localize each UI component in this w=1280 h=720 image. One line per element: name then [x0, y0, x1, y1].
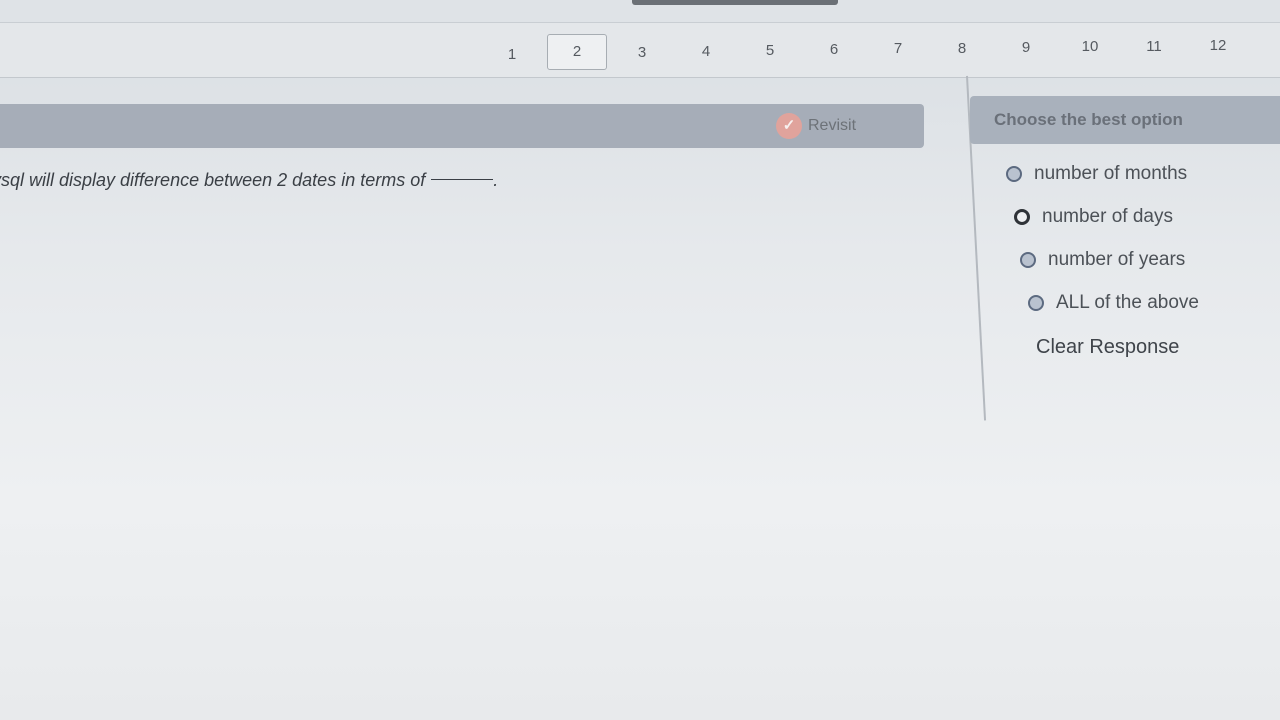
question-pager-bar: 1 2 3 4 5 6 7 8 9 10 11 12: [0, 22, 1280, 78]
option-label: number of months: [1034, 162, 1188, 184]
options-list: number of months number of days number o…: [970, 144, 1280, 359]
option-label: number of days: [1042, 205, 1173, 227]
option-all-of-the-above[interactable]: ALL of the above: [1006, 281, 1280, 324]
option-number-of-months[interactable]: number of months: [1006, 152, 1280, 195]
page-number-3[interactable]: 3: [610, 44, 674, 61]
radio-icon[interactable]: [1006, 165, 1022, 182]
page-number-9[interactable]: 9: [994, 39, 1058, 56]
option-label: ALL of the above: [1056, 291, 1199, 313]
page-number-1[interactable]: 1: [480, 46, 544, 63]
page-number-4[interactable]: 4: [674, 43, 738, 60]
question-header-bar: ✓ Revisit: [0, 104, 924, 148]
page-number-5[interactable]: 5: [738, 42, 802, 59]
revisit-label: Revisit: [808, 117, 857, 134]
revisit-button[interactable]: ✓ Revisit: [776, 112, 856, 140]
question-text: ysql will display difference between 2 d…: [0, 170, 498, 191]
clear-response-link[interactable]: Clear Response: [1006, 336, 1179, 359]
options-header: Choose the best option: [970, 96, 1280, 144]
option-number-of-years[interactable]: number of years: [1006, 238, 1280, 281]
option-label: number of years: [1048, 248, 1186, 270]
options-panel: Choose the best option number of months …: [970, 96, 1280, 359]
question-pager: 1 2 3 4 5 6 7 8 9 10 11 12: [480, 23, 1250, 77]
page-number-10[interactable]: 10: [1058, 38, 1122, 55]
exam-screen: 1 2 3 4 5 6 7 8 9 10 11 12 ✓ Revisit ysq…: [0, 0, 1280, 720]
revisit-icon: ✓: [776, 113, 802, 139]
option-number-of-days[interactable]: number of days: [1006, 195, 1280, 238]
page-number-7[interactable]: 7: [866, 40, 930, 57]
answer-blank: [431, 179, 494, 180]
page-number-11[interactable]: 11: [1122, 38, 1186, 55]
options-header-label: Choose the best option: [994, 110, 1183, 129]
radio-icon[interactable]: [1028, 294, 1044, 311]
radio-icon[interactable]: [1014, 208, 1030, 225]
page-number-8[interactable]: 8: [930, 40, 994, 57]
page-number-12[interactable]: 12: [1186, 37, 1250, 54]
top-tab[interactable]: [632, 0, 838, 5]
page-number-2-current[interactable]: 2: [547, 34, 607, 70]
radio-icon[interactable]: [1020, 251, 1036, 268]
question-stem: ysql will display difference between 2 d…: [0, 170, 426, 190]
page-number-6[interactable]: 6: [802, 41, 866, 58]
